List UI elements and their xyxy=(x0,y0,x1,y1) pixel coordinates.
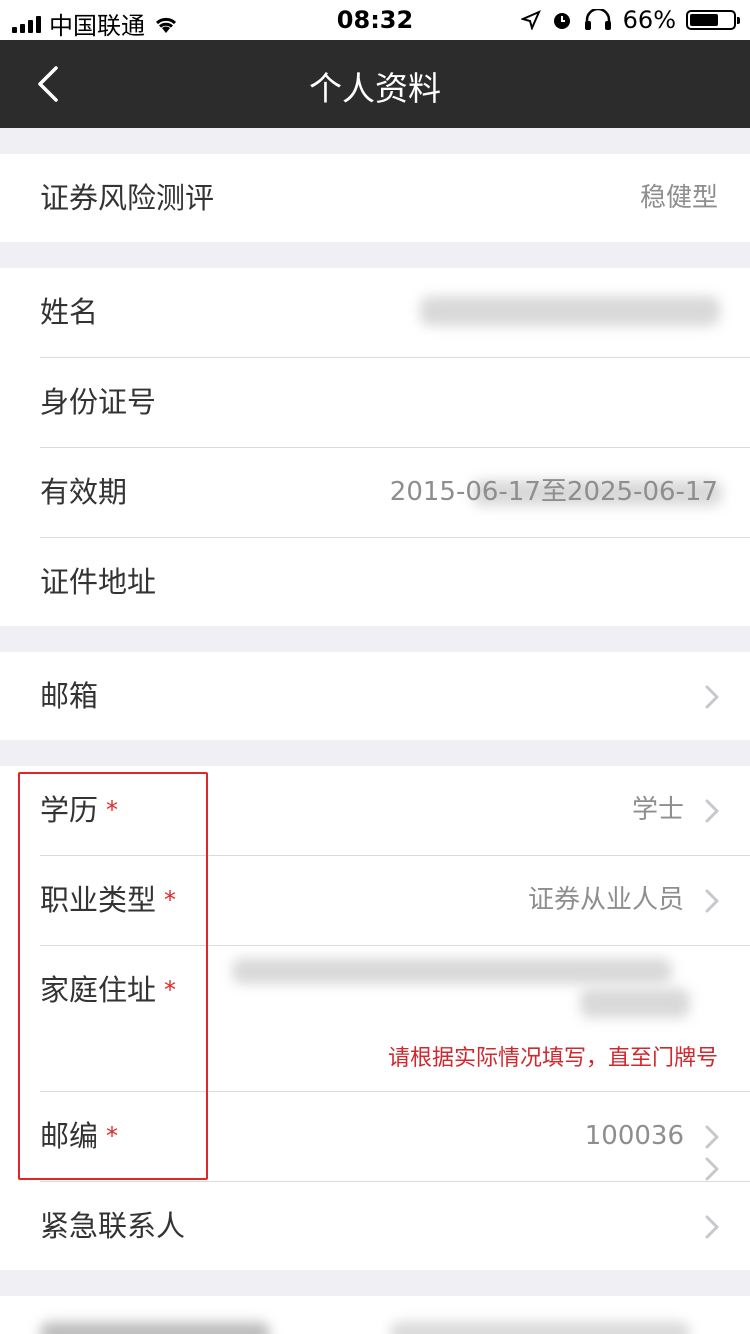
email-label: 邮箱 xyxy=(40,679,99,713)
home-address-redacted-blur-2 xyxy=(580,988,690,1018)
education-value: 学士 xyxy=(631,795,684,825)
email-row[interactable]: 邮箱 xyxy=(0,652,750,740)
email-group: 邮箱 xyxy=(0,652,750,740)
risk-assessment-value: 稳健型 xyxy=(639,183,718,213)
risk-assessment-row[interactable]: 证券风险测评 稳健型 xyxy=(0,154,750,242)
occupation-value: 证券从业人员 xyxy=(527,885,684,915)
location-arrow-icon xyxy=(520,10,541,30)
zip-code-value: 100036 xyxy=(584,1121,684,1151)
name-row: 姓名 xyxy=(0,268,750,358)
name-label: 姓名 xyxy=(40,295,99,329)
risk-group: 证券风险测评 稳健型 xyxy=(0,154,750,242)
chevron-right-icon xyxy=(705,685,719,709)
headphones-icon xyxy=(584,9,611,30)
emergency-contact-label: 紧急联系人 xyxy=(40,1209,186,1243)
alarm-icon xyxy=(553,13,570,29)
chevron-right-icon xyxy=(705,1125,719,1149)
name-redacted-blur xyxy=(420,296,720,326)
id-number-label: 身份证号 xyxy=(40,385,157,419)
battery-icon xyxy=(686,10,740,30)
validity-label: 有效期 xyxy=(40,475,128,509)
validity-value: 2015-06-17至2025-06-17 xyxy=(389,477,718,507)
identity-group: 姓名 身份证号 有效期 2015-06-17至2025-06-17 证件地址 xyxy=(0,268,750,886)
chevron-right-icon xyxy=(705,1215,719,1239)
bottom-group xyxy=(0,1296,750,1334)
battery-percent: 66% xyxy=(622,6,676,34)
emergency-contact-row[interactable]: 紧急联系人 xyxy=(0,1182,750,1270)
id-number-row: 身份证号 xyxy=(0,358,750,506)
home-address-redacted-blur-1 xyxy=(232,958,672,984)
risk-assessment-label: 证券风险测评 xyxy=(40,181,215,215)
navigation-bar: 个人资料 xyxy=(0,40,750,128)
validity-row: 有效期 2015-06-17至2025-06-17 xyxy=(0,448,750,538)
id-address-label: 证件地址 xyxy=(40,565,157,599)
status-bar: 中国联通 08:32 66% xyxy=(0,0,750,40)
bottom-row-redacted-label xyxy=(40,1322,270,1334)
required-fields-highlight-box xyxy=(18,772,208,1180)
chevron-right-icon xyxy=(705,889,719,913)
id-address-row: 证件地址 xyxy=(0,538,750,886)
chevron-right-icon xyxy=(705,799,719,823)
page-title: 个人资料 xyxy=(309,69,441,108)
status-right: 66% xyxy=(520,6,740,34)
home-address-hint: 请根据实际情况填写，直至门牌号 xyxy=(387,1046,718,1071)
bottom-row-redacted-value xyxy=(390,1322,690,1334)
